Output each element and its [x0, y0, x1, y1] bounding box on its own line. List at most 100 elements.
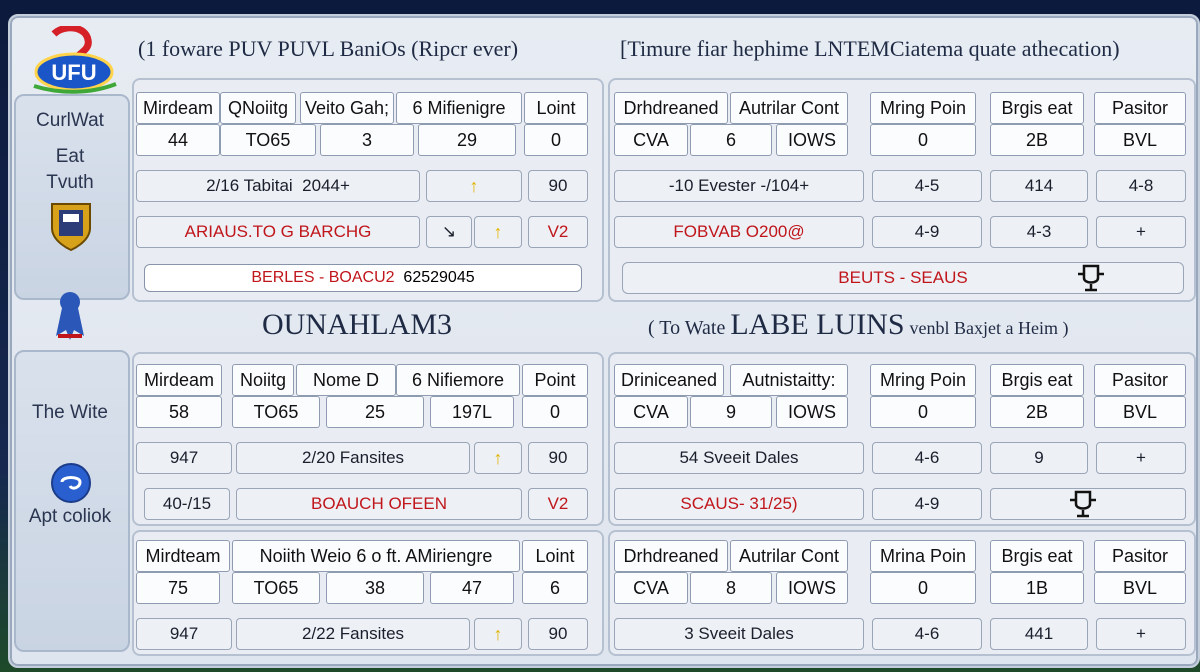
tl-bar1-left: 2/16 Tabitai — [206, 176, 293, 195]
tl-value-4[interactable]: 0 — [524, 124, 588, 156]
ml-value-1[interactable]: TO65 — [232, 396, 320, 428]
bl-value-3[interactable]: 47 — [430, 572, 514, 604]
sidebar-item-tvuth[interactable]: Tvuth — [14, 172, 126, 194]
cup-icon[interactable] — [1074, 262, 1108, 297]
mr-value-1[interactable]: 9 — [690, 396, 772, 428]
tl-bar2-arrow[interactable]: ↑ — [474, 216, 522, 248]
mr-bar2[interactable]: SCAUS- 31/25) — [614, 488, 864, 520]
svg-text:UFU: UFU — [51, 60, 96, 85]
tr-value-2[interactable]: IOWS — [776, 124, 848, 156]
mr-bar2-c1[interactable]: 4-9 — [872, 488, 982, 520]
br-header-2: Mrina Poin — [870, 540, 976, 572]
right-header-title: [Timure fiar hephime LNTEMCiatema quate … — [620, 36, 1120, 61]
tl-input-text: BERLES - BOACU2 — [251, 269, 395, 286]
tl-value-1[interactable]: TO65 — [220, 124, 316, 156]
mr-value-2[interactable]: IOWS — [776, 396, 848, 428]
tl-header-veito: Veito Gah; — [300, 92, 394, 124]
br-value-3[interactable]: 0 — [870, 572, 976, 604]
section2-right-title: ( To Wate LABE LUINS venbl Baxjet a Heim… — [648, 308, 1068, 342]
mr-bar1-c3[interactable]: + — [1096, 442, 1186, 474]
ml-value-3[interactable]: 197L — [430, 396, 514, 428]
br-header-3: Brgis eat — [990, 540, 1084, 572]
mr-bar1-c1[interactable]: 4-6 — [872, 442, 982, 474]
bl-bar1-left[interactable]: 947 — [136, 618, 232, 650]
ml-value-4[interactable]: 0 — [522, 396, 588, 428]
tl-bar2[interactable]: ARIAUS.TO G BARCHG — [136, 216, 420, 248]
tr-bar2[interactable]: FOBVAB O200@ — [614, 216, 864, 248]
ml-header-1: Noiitg — [232, 364, 294, 396]
br-bar1[interactable]: 3 Sveeit Dales — [614, 618, 864, 650]
mr-header-2: Mring Poin — [870, 364, 976, 396]
up-arrow-icon: ↑ — [493, 221, 503, 242]
bl-bar1-right[interactable]: 90 — [528, 618, 588, 650]
tr-value-1[interactable]: 6 — [690, 124, 772, 156]
tl-bar1[interactable]: 2/16 Tabitai 2044+ — [136, 170, 420, 202]
br-value-0[interactable]: CVA — [614, 572, 688, 604]
tr-bar1-c1[interactable]: 4-5 — [872, 170, 982, 202]
ml-bar1-arrow[interactable]: ↑ — [474, 442, 522, 474]
br-bar1-c2[interactable]: 441 — [990, 618, 1088, 650]
section2-right-suffix: venbl Baxjet a Heim ) — [909, 318, 1069, 338]
tr-bar1[interactable]: -10 Evester -/104+ — [614, 170, 864, 202]
tr-bar2-c3[interactable]: + — [1096, 216, 1186, 248]
ml-bar2-right[interactable]: V2 — [528, 488, 588, 520]
tl-header-loint: Loint — [524, 92, 588, 124]
mr-value-0[interactable]: CVA — [614, 396, 688, 428]
mr-value-4[interactable]: 2B — [990, 396, 1084, 428]
tl-bar1-right[interactable]: 90 — [528, 170, 588, 202]
ml-value-2[interactable]: 25 — [326, 396, 424, 428]
tl-value-2[interactable]: 3 — [320, 124, 414, 156]
up-arrow-icon: ↑ — [493, 447, 503, 468]
tl-bar2-mid[interactable]: ↘ — [426, 216, 472, 248]
tl-bar1-arrow[interactable]: ↑ — [426, 170, 522, 202]
mr-value-5[interactable]: BVL — [1094, 396, 1186, 428]
ml-bar1-left[interactable]: 947 — [136, 442, 232, 474]
mr-bar1[interactable]: 54 Sveeit Dales — [614, 442, 864, 474]
cup-icon[interactable] — [1066, 488, 1100, 523]
shield-icon — [48, 200, 94, 257]
section2-right-main: LABE LUINS — [730, 308, 905, 341]
ml-bar1-mid[interactable]: 2/20 Fansites — [236, 442, 470, 474]
mr-bar1-c2[interactable]: 9 — [990, 442, 1088, 474]
bl-value-0[interactable]: 75 — [136, 572, 220, 604]
ml-value-0[interactable]: 58 — [136, 396, 222, 428]
tl-bar2-right[interactable]: V2 — [528, 216, 588, 248]
tr-bar1-c3[interactable]: 4-8 — [1096, 170, 1186, 202]
ml-header-4: Point — [522, 364, 588, 396]
tr-bar1-c2[interactable]: 414 — [990, 170, 1088, 202]
sidebar-item-eat[interactable]: Eat — [14, 146, 126, 168]
ribbon-icon — [50, 290, 90, 351]
tr-bar2-c1[interactable]: 4-9 — [872, 216, 982, 248]
mr-header-0: Driniceaned — [614, 364, 724, 396]
br-value-2[interactable]: IOWS — [776, 572, 848, 604]
tl-value-0[interactable]: 44 — [136, 124, 220, 156]
tr-header-1: Autrilar Cont — [730, 92, 848, 124]
br-bar1-c3[interactable]: + — [1096, 618, 1186, 650]
br-value-4[interactable]: 1B — [990, 572, 1084, 604]
bl-bar1-arrow[interactable]: ↑ — [474, 618, 522, 650]
tr-bar2-c2[interactable]: 4-3 — [990, 216, 1088, 248]
mr-value-3[interactable]: 0 — [870, 396, 976, 428]
tr-value-3[interactable]: 0 — [870, 124, 976, 156]
bl-value-4[interactable]: 6 — [522, 572, 588, 604]
ml-bar1-right[interactable]: 90 — [528, 442, 588, 474]
tr-value-0[interactable]: CVA — [614, 124, 688, 156]
tl-input[interactable]: BERLES - BOACU2 62529045 — [144, 264, 582, 292]
tl-input-code: 62529045 — [403, 269, 475, 286]
tr-value-5[interactable]: BVL — [1094, 124, 1186, 156]
bl-value-2[interactable]: 38 — [326, 572, 424, 604]
sidebar-item-apt-coliok[interactable]: Apt coliok — [14, 506, 126, 528]
br-bar1-c1[interactable]: 4-6 — [872, 618, 982, 650]
br-value-5[interactable]: BVL — [1094, 572, 1186, 604]
ml-bar2-mid[interactable]: BOAUCH OFEEN — [236, 488, 522, 520]
br-value-1[interactable]: 8 — [690, 572, 772, 604]
up-arrow-icon: ↑ — [469, 175, 479, 196]
sidebar-item-the-wite[interactable]: The Wite — [14, 402, 126, 424]
bl-value-1[interactable]: TO65 — [232, 572, 320, 604]
bl-bar1-mid[interactable]: 2/22 Fansites — [236, 618, 470, 650]
br-header-4: Pasitor — [1094, 540, 1186, 572]
ml-bar2-left[interactable]: 40-/15 — [144, 488, 230, 520]
tr-value-4[interactable]: 2B — [990, 124, 1084, 156]
tl-value-3[interactable]: 29 — [418, 124, 516, 156]
sidebar-item-curlwat[interactable]: CurlWat — [14, 110, 126, 132]
